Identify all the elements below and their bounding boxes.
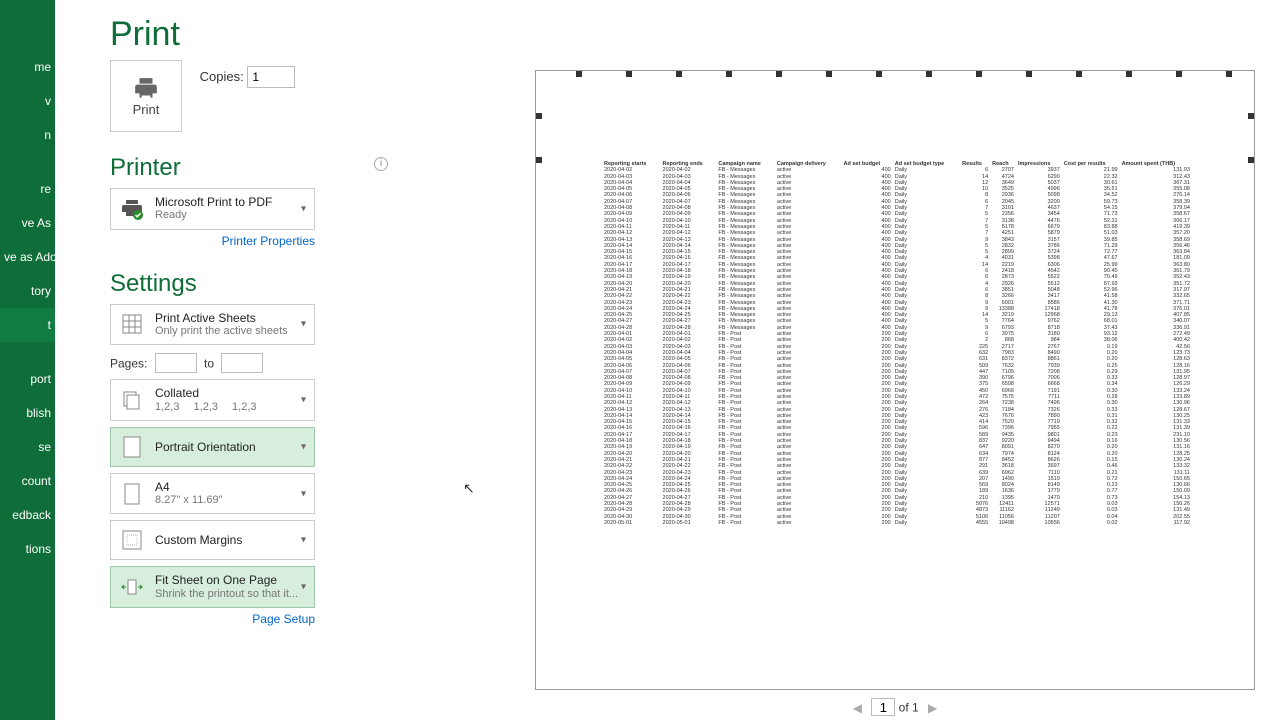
nav-share[interactable]: re <box>0 172 55 206</box>
copies-input[interactable] <box>247 66 295 88</box>
paper-dropdown[interactable]: A4 8.27" x 11.69" <box>110 473 315 515</box>
nav-print[interactable]: t <box>0 308 55 342</box>
pages-to-input[interactable] <box>221 353 263 373</box>
paper-title: A4 <box>155 480 306 494</box>
nav-feedback[interactable]: edback <box>0 498 55 532</box>
settings-heading: Settings <box>110 270 390 298</box>
collate-icon <box>119 387 145 413</box>
printer-icon <box>131 76 161 102</box>
nav-new[interactable]: v <box>0 84 55 118</box>
next-page-icon[interactable]: ▶ <box>922 701 943 715</box>
collate-dropdown[interactable]: Collated 1,2,3 1,2,3 1,2,3 <box>110 379 315 421</box>
nav-sep <box>0 152 55 172</box>
orientation-label: Portrait Orientation <box>155 440 306 454</box>
print-what-sub: Only print the active sheets <box>155 325 306 338</box>
print-button[interactable]: Print <box>110 60 182 132</box>
printer-heading: Printer <box>110 154 390 182</box>
printer-dropdown[interactable]: Microsoft Print to PDF Ready <box>110 188 315 230</box>
orientation-dropdown[interactable]: Portrait Orientation <box>110 427 315 467</box>
page-of-label: of 1 <box>899 701 919 715</box>
scaling-dropdown[interactable]: Fit Sheet on One Page Shrink the printou… <box>110 566 315 608</box>
paper-sub: 8.27" x 11.69" <box>155 494 306 507</box>
printer-name: Microsoft Print to PDF <box>155 195 306 209</box>
nav-publish[interactable]: blish <box>0 396 55 430</box>
print-what-title: Print Active Sheets <box>155 311 306 325</box>
collate-sub: 1,2,3 1,2,3 1,2,3 <box>155 401 306 414</box>
printer-properties-link[interactable]: Printer Properties <box>110 234 315 248</box>
preview-sheet: Reporting startsReporting endsCampaign n… <box>604 161 1194 526</box>
pages-to-label: to <box>204 357 214 371</box>
paper-icon <box>119 481 145 507</box>
margins-icon <box>119 527 145 553</box>
nav-adobe[interactable]: ve as Adobe F <box>0 240 55 274</box>
print-preview: Reporting startsReporting endsCampaign n… <box>535 70 1255 690</box>
nav-home[interactable]: me <box>0 50 55 84</box>
printer-status: Ready <box>155 209 306 222</box>
pages-from-input[interactable] <box>155 353 197 373</box>
margins-dropdown[interactable]: Custom Margins <box>110 520 315 560</box>
print-panel: Print Copies: Printer i Microsoft Print … <box>110 60 390 626</box>
nav-blank[interactable] <box>0 342 55 362</box>
pages-label: Pages: <box>110 357 147 371</box>
printer-status-icon <box>119 196 145 222</box>
page-input[interactable] <box>871 698 895 716</box>
margins-label: Custom Margins <box>155 533 306 547</box>
nav-close[interactable]: se <box>0 430 55 464</box>
nav-saveas[interactable]: ve As <box>0 206 55 240</box>
page-title: Print <box>110 15 1280 54</box>
nav-export[interactable]: port <box>0 362 55 396</box>
sheets-icon <box>119 311 145 337</box>
info-icon[interactable]: i <box>374 157 388 171</box>
fit-sub: Shrink the printout so that it... <box>155 588 306 601</box>
page-nav: ◀ of 1 ▶ <box>535 698 1255 716</box>
print-button-label: Print <box>133 102 160 117</box>
page-setup-link[interactable]: Page Setup <box>110 612 315 626</box>
nav-account[interactable]: count <box>0 464 55 498</box>
main-area: Print Print Copies: Printer i Microsoft … <box>55 0 1280 720</box>
copies-label: Copies: <box>200 69 244 84</box>
collate-title: Collated <box>155 386 306 400</box>
fit-icon <box>119 574 145 600</box>
mouse-cursor: ↖ <box>463 480 475 497</box>
nav-history[interactable]: tory <box>0 274 55 308</box>
nav-options[interactable]: tions <box>0 532 55 566</box>
portrait-icon <box>119 434 145 460</box>
prev-page-icon[interactable]: ◀ <box>847 701 868 715</box>
print-what-dropdown[interactable]: Print Active Sheets Only print the activ… <box>110 304 315 346</box>
fit-title: Fit Sheet on One Page <box>155 573 306 587</box>
backstage-nav: me v n re ve As ve as Adobe F tory t por… <box>0 0 55 720</box>
nav-open[interactable]: n <box>0 118 55 152</box>
